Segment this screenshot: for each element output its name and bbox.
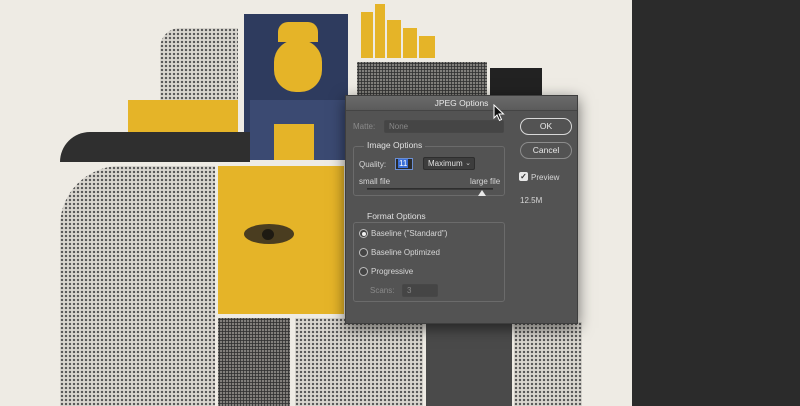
workspace-background	[632, 0, 800, 406]
file-size-readout: 12.5M	[520, 196, 543, 205]
baseline-optimized-label[interactable]: Baseline Optimized	[371, 248, 440, 257]
quality-label: Quality:	[359, 160, 387, 169]
image-options-heading: Image Options	[364, 140, 426, 150]
jpeg-options-dialog: JPEG Options Matte: None Image Options Q…	[345, 95, 578, 324]
artwork-camera-tile	[514, 322, 584, 406]
artwork-beard-tile	[295, 318, 423, 406]
scans-label: Scans:	[370, 286, 395, 295]
quality-input[interactable]: 11	[395, 158, 413, 170]
artwork-hamster-tile	[218, 318, 290, 406]
quality-preset-select[interactable]: Maximum ⌄	[423, 157, 475, 170]
format-options-heading: Format Options	[364, 211, 429, 221]
ok-button[interactable]: OK	[520, 118, 572, 135]
baseline-optimized-radio[interactable]	[359, 248, 368, 257]
artwork-face-left-tile	[60, 166, 215, 406]
chevron-down-icon: ⌄	[465, 160, 471, 167]
baseline-standard-radio[interactable]	[359, 229, 368, 238]
dialog-title[interactable]: JPEG Options	[346, 96, 577, 111]
baseline-standard-label[interactable]: Baseline ("Standard")	[371, 229, 447, 238]
artwork-watch-tile	[490, 68, 542, 96]
cancel-button[interactable]: Cancel	[520, 142, 572, 159]
progressive-label[interactable]: Progressive	[371, 267, 413, 276]
artwork-crowd-tile	[357, 62, 487, 96]
checkmark-icon: ✓	[520, 172, 527, 181]
matte-label: Matte:	[353, 122, 376, 131]
scans-select[interactable]: 3	[402, 284, 438, 297]
quality-slider-handle[interactable]	[477, 190, 486, 196]
progressive-radio[interactable]	[359, 267, 368, 276]
artwork-wolf-tile	[160, 28, 238, 108]
artwork-coach-tile	[244, 14, 348, 160]
quality-value: 11	[398, 159, 409, 168]
preview-label[interactable]: Preview	[531, 173, 559, 182]
matte-select[interactable]: None	[384, 120, 504, 133]
artwork-right-edge-tile	[582, 100, 632, 406]
artwork-bw-tile	[426, 324, 512, 406]
artwork-eye-tile	[218, 166, 344, 314]
quality-preset-value: Maximum	[428, 159, 463, 168]
quality-slider[interactable]	[367, 188, 493, 190]
small-file-label: small file	[359, 177, 391, 186]
large-file-label: large file	[470, 177, 501, 186]
preview-checkbox[interactable]: ✓	[519, 172, 528, 181]
artwork-hat-brim	[60, 132, 250, 162]
mouse-cursor-icon	[493, 104, 505, 122]
artwork-skyline-tile	[357, 0, 437, 58]
